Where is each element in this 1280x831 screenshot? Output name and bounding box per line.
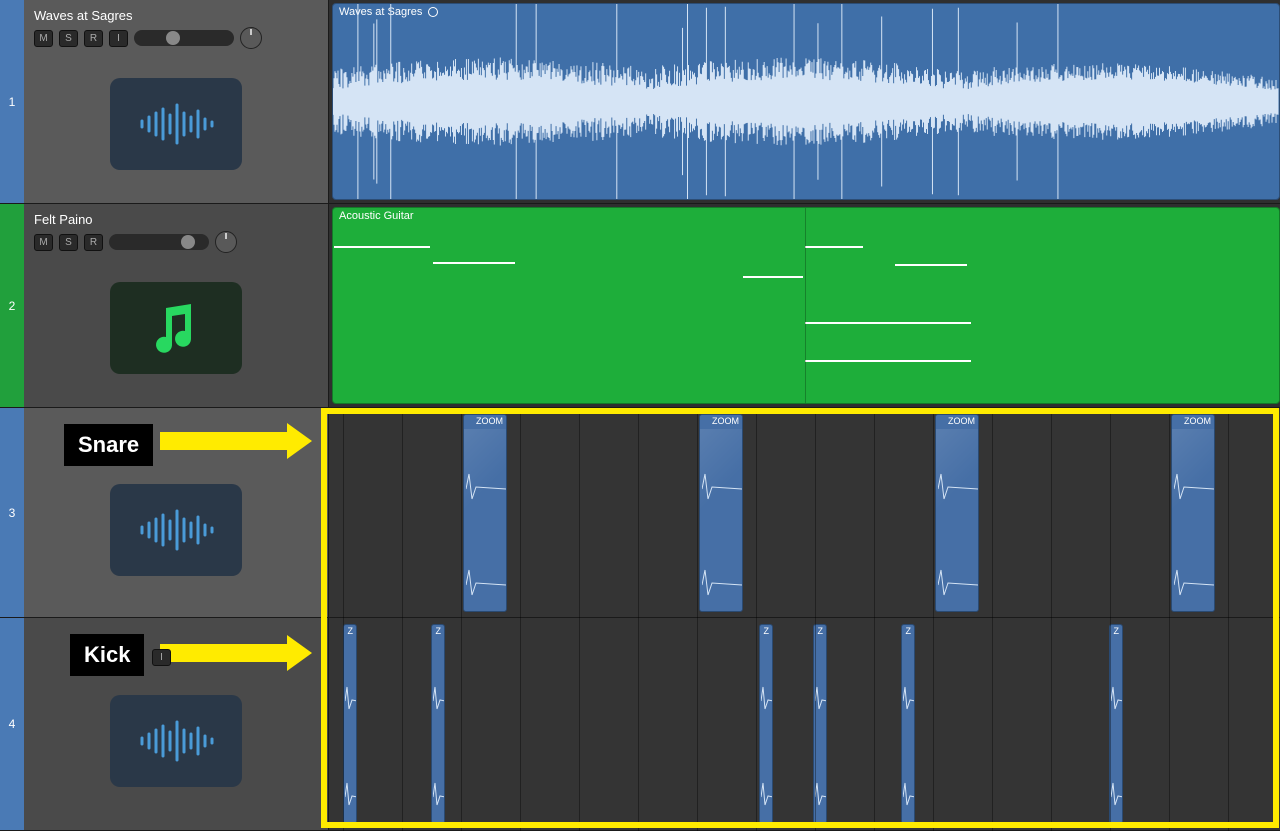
track-name: Waves at Sagres <box>34 8 318 23</box>
kick-clip[interactable]: Z <box>431 624 445 824</box>
clip-waveform-icon <box>433 777 445 817</box>
snare-clip[interactable]: ZOOM <box>699 414 743 612</box>
clip-waveform-icon <box>1111 777 1123 817</box>
track-number[interactable]: 1 <box>0 0 24 203</box>
lane-snare[interactable]: ZOOM ZOOM ZOOM ZOOM <box>329 408 1280 618</box>
midi-note[interactable] <box>805 360 971 362</box>
lane-kick[interactable]: Z Z Z Z Z Z <box>329 618 1280 831</box>
clip-waveform-icon <box>1174 565 1214 605</box>
clip-label: Z <box>1114 626 1120 636</box>
kick-clip[interactable]: Z <box>813 624 827 824</box>
track-body: Felt Paino M S R <box>24 204 328 407</box>
pan-knob[interactable] <box>215 231 237 253</box>
lane-audio-waves[interactable]: Waves at Sagres <box>329 0 1280 204</box>
clip-waveform-icon <box>761 777 773 817</box>
solo-button[interactable]: S <box>59 234 78 251</box>
volume-slider[interactable] <box>109 234 209 250</box>
solo-button[interactable]: S <box>59 30 78 47</box>
midi-region[interactable]: Acoustic Guitar <box>332 207 1280 404</box>
track-icon-wrap <box>34 55 318 193</box>
kick-clip[interactable]: Z <box>759 624 773 824</box>
clip-label: Z <box>348 626 354 636</box>
record-button[interactable]: R <box>84 234 103 251</box>
clip-label: ZOOM <box>476 416 503 426</box>
clip-waveform-icon <box>702 565 742 605</box>
track-controls: M S R I <box>34 27 318 49</box>
bar-divider <box>805 208 806 403</box>
tracks-panel: 1 Waves at Sagres M S R I <box>0 0 329 831</box>
timeline-panel[interactable]: Waves at Sagres Acoustic Guitar <box>329 0 1280 831</box>
kick-clip[interactable]: Z <box>343 624 357 824</box>
track-header-1[interactable]: 1 Waves at Sagres M S R I <box>0 0 328 204</box>
kick-annotation-arrow <box>160 644 288 662</box>
clip-label: Z <box>906 626 912 636</box>
clip-waveform-icon <box>761 681 773 721</box>
record-button[interactable]: R <box>84 30 103 47</box>
midi-note[interactable] <box>805 322 971 324</box>
clip-waveform-icon <box>345 681 357 721</box>
track-number[interactable]: 3 <box>0 408 24 617</box>
clip-waveform-icon <box>815 777 827 817</box>
midi-note[interactable] <box>895 264 967 266</box>
volume-slider[interactable] <box>134 30 234 46</box>
track-icon-wrap <box>34 452 318 607</box>
mute-button[interactable]: M <box>34 30 53 47</box>
region-label: Acoustic Guitar <box>339 210 414 222</box>
lane-midi-guitar[interactable]: Acoustic Guitar <box>329 204 1280 408</box>
snare-annotation-arrow <box>160 432 288 450</box>
clip-label: ZOOM <box>948 416 975 426</box>
track-number[interactable]: 4 <box>0 618 24 830</box>
waveform-icon <box>110 78 242 170</box>
waveform-display <box>333 4 1279 199</box>
clip-waveform-icon <box>903 681 915 721</box>
clip-label: ZOOM <box>712 416 739 426</box>
kick-annotation-label: Kick <box>70 634 144 676</box>
pan-knob[interactable] <box>240 27 262 49</box>
snare-clip[interactable]: ZOOM <box>1171 414 1215 612</box>
clip-label: Z <box>764 626 770 636</box>
track-name: Felt Paino <box>34 212 318 227</box>
track-icon-wrap <box>34 259 318 397</box>
clip-waveform-icon <box>1111 681 1123 721</box>
track-body: Waves at Sagres M S R I <box>24 0 328 203</box>
daw-app: 1 Waves at Sagres M S R I <box>0 0 1280 831</box>
clip-waveform-icon <box>903 777 915 817</box>
clip-label: Z <box>818 626 824 636</box>
clip-waveform-icon <box>466 565 506 605</box>
snare-annotation-label: Snare <box>64 424 153 466</box>
midi-note[interactable] <box>743 276 803 278</box>
track-controls: M S R <box>34 231 318 253</box>
kick-clip[interactable]: Z <box>901 624 915 824</box>
waveform-icon <box>110 695 242 787</box>
snare-clip[interactable]: ZOOM <box>935 414 979 612</box>
music-note-icon <box>110 282 242 374</box>
clip-waveform-icon <box>938 565 978 605</box>
clip-label: ZOOM <box>1184 416 1211 426</box>
track-number[interactable]: 2 <box>0 204 24 407</box>
midi-note[interactable] <box>805 246 863 248</box>
track-icon-wrap <box>34 662 318 820</box>
snare-clip[interactable]: ZOOM <box>463 414 507 612</box>
mute-button[interactable]: M <box>34 234 53 251</box>
input-button[interactable]: I <box>109 30 128 47</box>
midi-note[interactable] <box>334 246 430 248</box>
kick-clip[interactable]: Z <box>1109 624 1123 824</box>
clip-waveform-icon <box>815 681 827 721</box>
midi-note[interactable] <box>433 262 515 264</box>
region-name: Acoustic Guitar <box>339 210 414 222</box>
audio-region[interactable]: Waves at Sagres <box>332 3 1280 200</box>
clip-waveform-icon <box>433 681 445 721</box>
track-header-2[interactable]: 2 Felt Paino M S R <box>0 204 328 408</box>
clip-label: Z <box>436 626 442 636</box>
input-button[interactable]: I <box>152 649 171 666</box>
clip-waveform-icon <box>345 777 357 817</box>
waveform-icon <box>110 484 242 576</box>
